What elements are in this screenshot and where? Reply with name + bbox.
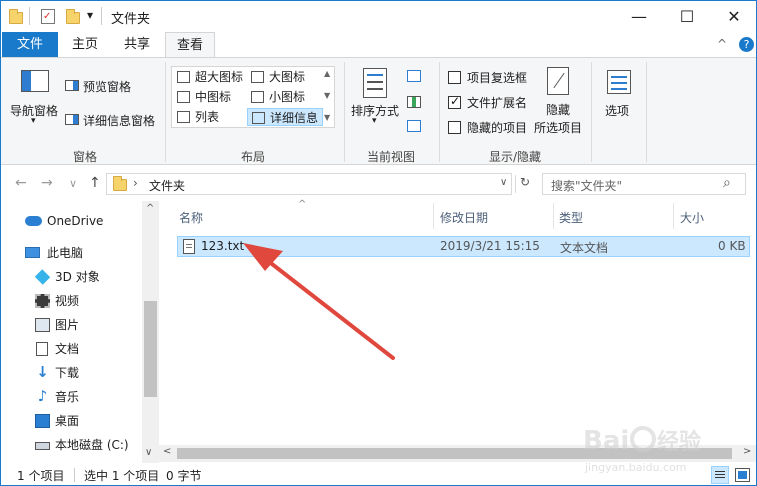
status-selected: 选中 1 个项目: [84, 469, 160, 483]
baidu-jingyan-watermark: Bai 经验 jingyan.baidu.com: [583, 426, 701, 474]
status-item-count: 1 个项目: [17, 469, 65, 483]
svg-text:经验: 经验: [657, 429, 701, 455]
svg-text:jingyan.baidu.com: jingyan.baidu.com: [584, 461, 687, 474]
annotation-arrow: [243, 243, 395, 360]
explorer-window: ✓ ▾ 文件夹 — ☐ ✕ 文件 主页 共享 查看 ^ ? 导航窗格 ▾ 预览窗…: [0, 0, 757, 486]
large-icons-view-button[interactable]: [735, 468, 750, 482]
status-size: 0 字节: [166, 469, 202, 483]
svg-text:Bai: Bai: [583, 426, 629, 456]
